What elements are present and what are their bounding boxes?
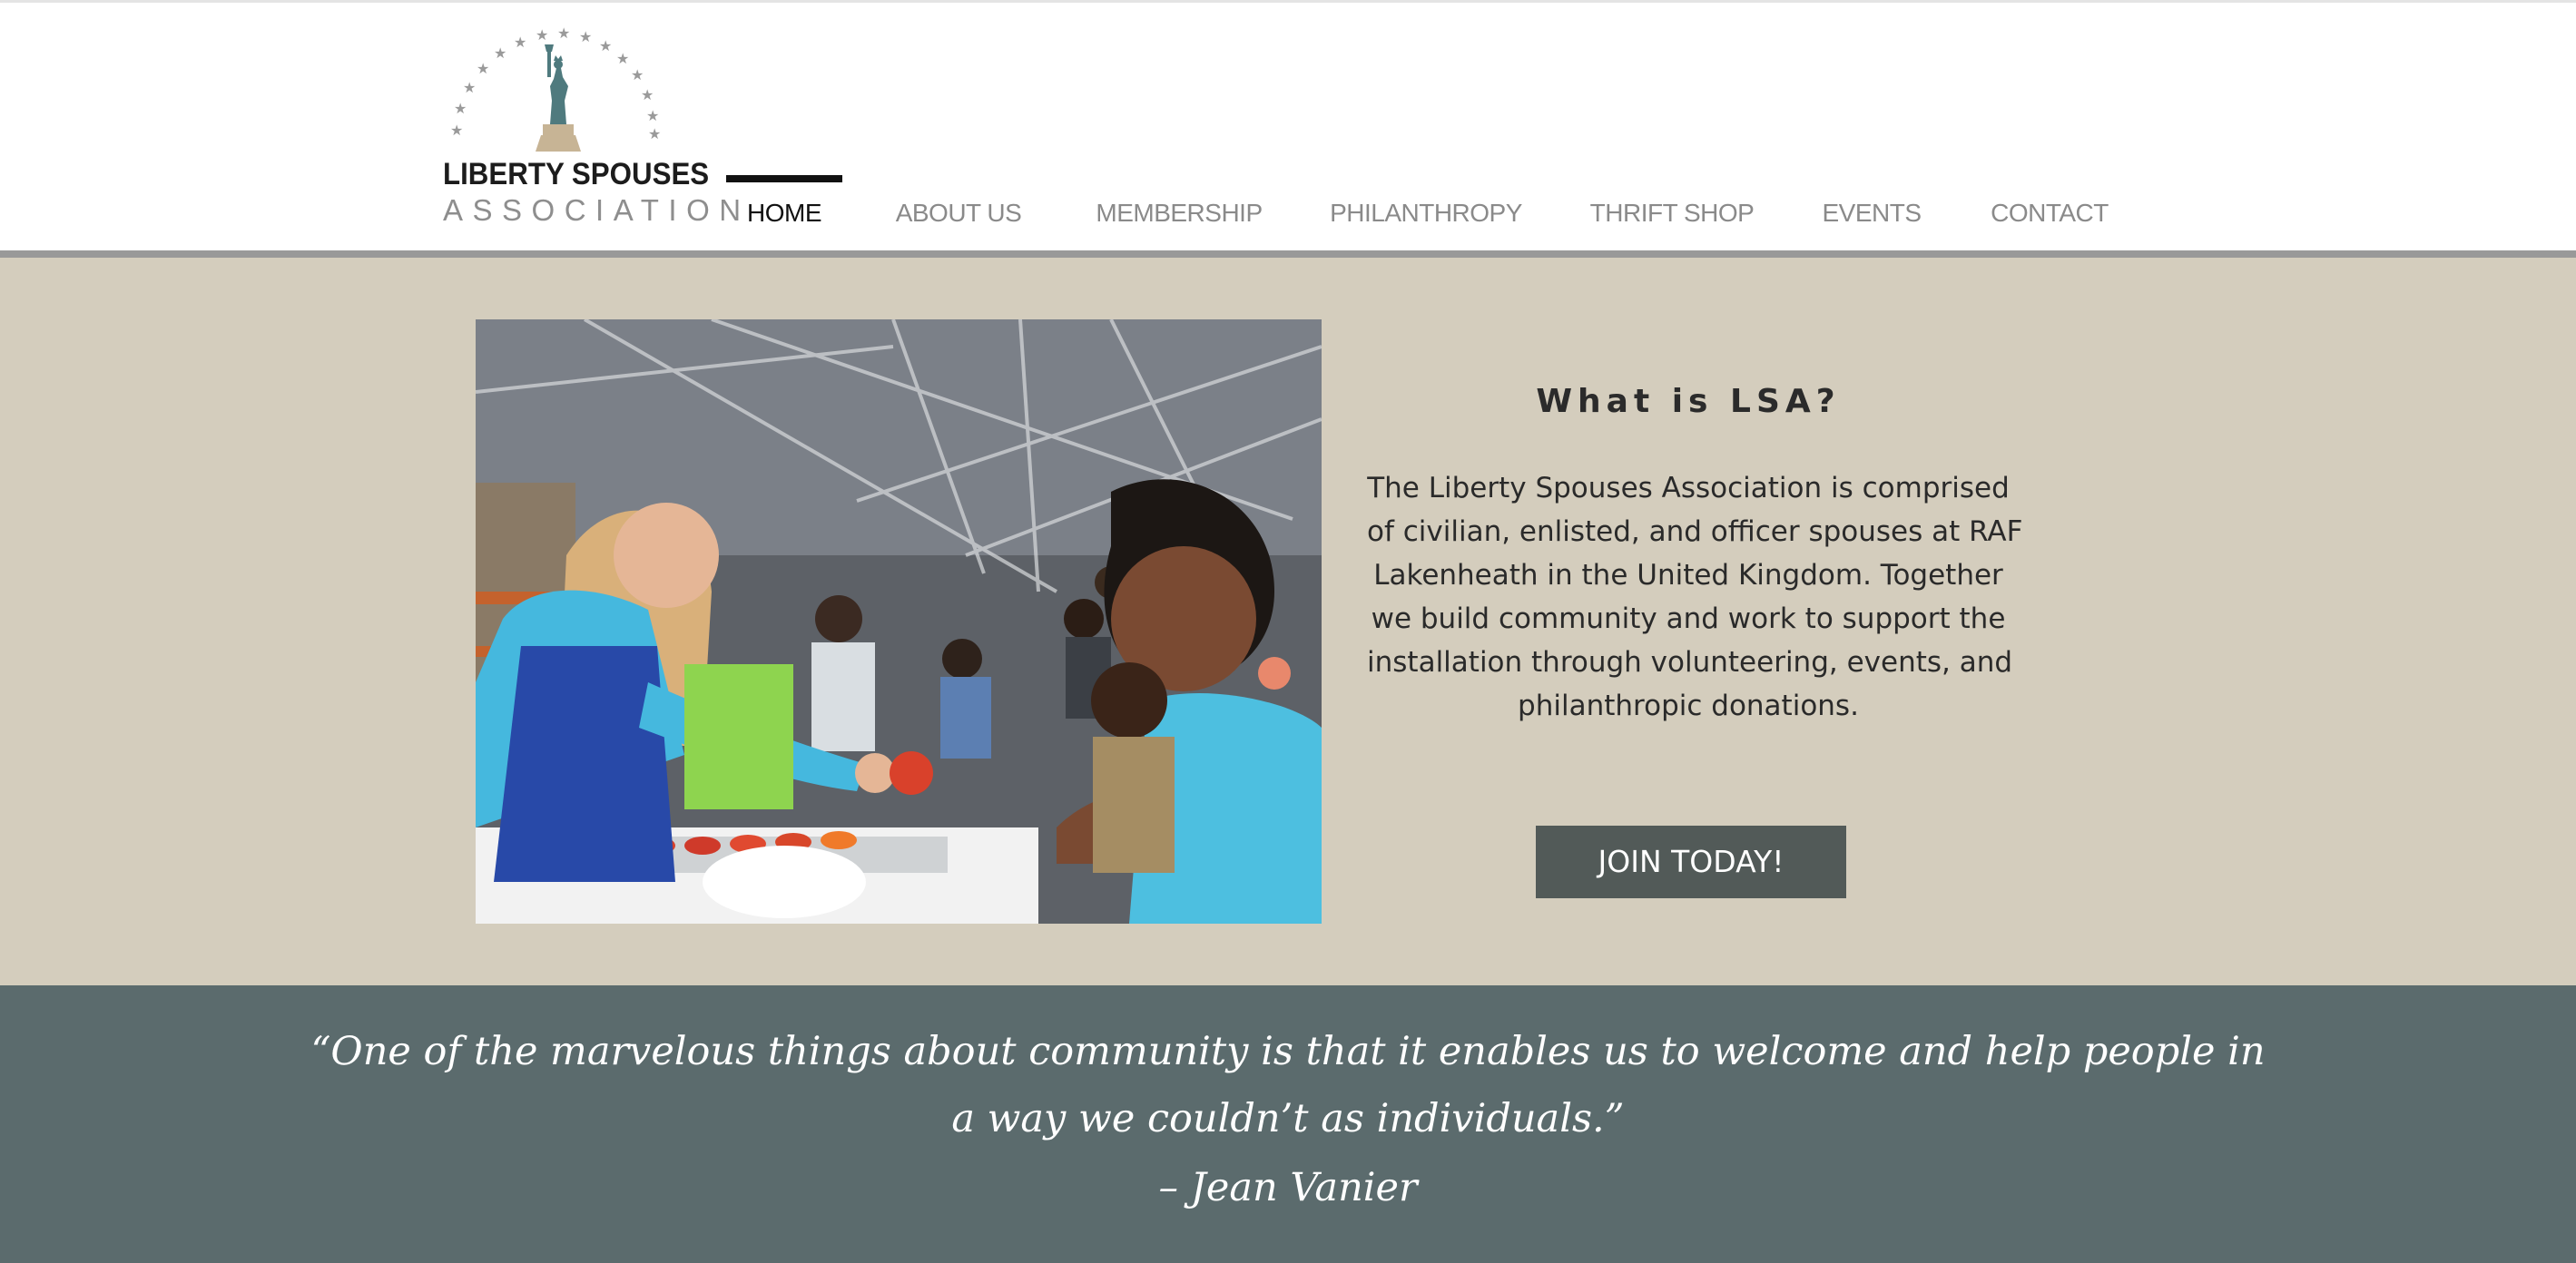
svg-text:★: ★ [557,24,570,42]
svg-text:★: ★ [536,26,548,44]
join-today-button[interactable]: JOIN TODAY! [1536,826,1846,898]
site-logo[interactable]: ★ ★ ★ ★ ★ ★ ★ ★ ★ ★ ★ ★ ★ ★ ★ LIBERTY SP… [438,23,741,233]
quote-line: a way we couldn’t as individuals.” [951,1096,1625,1141]
nav-item-label: CONTACT [1991,199,2109,227]
svg-text:★: ★ [579,28,592,45]
nav-item-home[interactable]: HOME [726,175,842,239]
svg-text:★: ★ [631,66,644,83]
quote-section: “One of the marvelous things about commu… [0,985,2576,1263]
svg-text:★: ★ [641,86,654,103]
page: ★ ★ ★ ★ ★ ★ ★ ★ ★ ★ ★ ★ ★ ★ ★ LIBERTY SP… [0,0,2576,1263]
statue-of-liberty-icon: ★ ★ ★ ★ ★ ★ ★ ★ ★ ★ ★ ★ ★ ★ ★ [438,23,679,159]
nav-item-contact[interactable]: CONTACT [1984,175,2115,239]
quote-author: – Jean Vanier [1158,1165,1418,1210]
nav-item-label: HOME [747,199,822,227]
nav-item-philanthropy[interactable]: PHILANTHROPY [1323,175,1529,239]
volunteers-photo [476,319,1322,924]
nav-item-label: THRIFT SHOP [1589,199,1755,227]
svg-text:★: ★ [599,37,612,54]
svg-text:★: ★ [494,44,506,62]
svg-text:★: ★ [648,125,661,142]
nav-item-label: ABOUT US [895,199,1022,227]
about-description-line: Lakenheath in the United Kingdom. Togeth… [1373,559,2003,592]
svg-text:★: ★ [454,100,467,117]
nav-active-indicator [726,175,842,182]
nav-item-label: MEMBERSHIP [1096,199,1263,227]
about-description-line: of civilian, enlisted, and officer spous… [1367,515,2023,548]
svg-text:★: ★ [616,50,629,67]
svg-text:★: ★ [450,122,463,139]
nav-item-events[interactable]: EVENTS [1819,175,1924,239]
nav-item-label: PHILANTHROPY [1330,199,1522,227]
nav-item-about-us[interactable]: ABOUT US [886,175,1031,239]
logo-subtitle: ASSOCIATION [443,193,751,227]
about-section: What is LSA? The Liberty Spouses Associa… [0,258,2576,985]
svg-text:★: ★ [477,60,489,77]
nav-item-thrift-shop[interactable]: THRIFT SHOP [1587,175,1757,239]
about-title: What is LSA? [1536,383,1841,420]
about-description-line: philanthropic donations. [1518,690,1859,722]
about-description-line: we build community and work to support t… [1371,602,2006,635]
site-header: ★ ★ ★ ★ ★ ★ ★ ★ ★ ★ ★ ★ ★ ★ ★ LIBERTY SP… [0,0,2576,250]
nav-item-label: EVENTS [1822,199,1922,227]
nav-item-membership[interactable]: MEMBERSHIP [1093,175,1265,239]
svg-text:★: ★ [514,34,526,51]
about-description-line: The Liberty Spouses Association is compr… [1367,472,2010,504]
about-description: The Liberty Spouses Association is compr… [1367,466,2023,728]
quote-text: “One of the marvelous things about commu… [0,1018,2576,1152]
svg-text:★: ★ [463,79,476,96]
about-description-line: installation through volunteering, event… [1367,646,2013,679]
quote-line: “One of the marvelous things about commu… [310,1029,2266,1074]
svg-text:★: ★ [646,107,659,124]
logo-title: LIBERTY SPOUSES [443,157,710,191]
header-divider [0,250,2576,258]
